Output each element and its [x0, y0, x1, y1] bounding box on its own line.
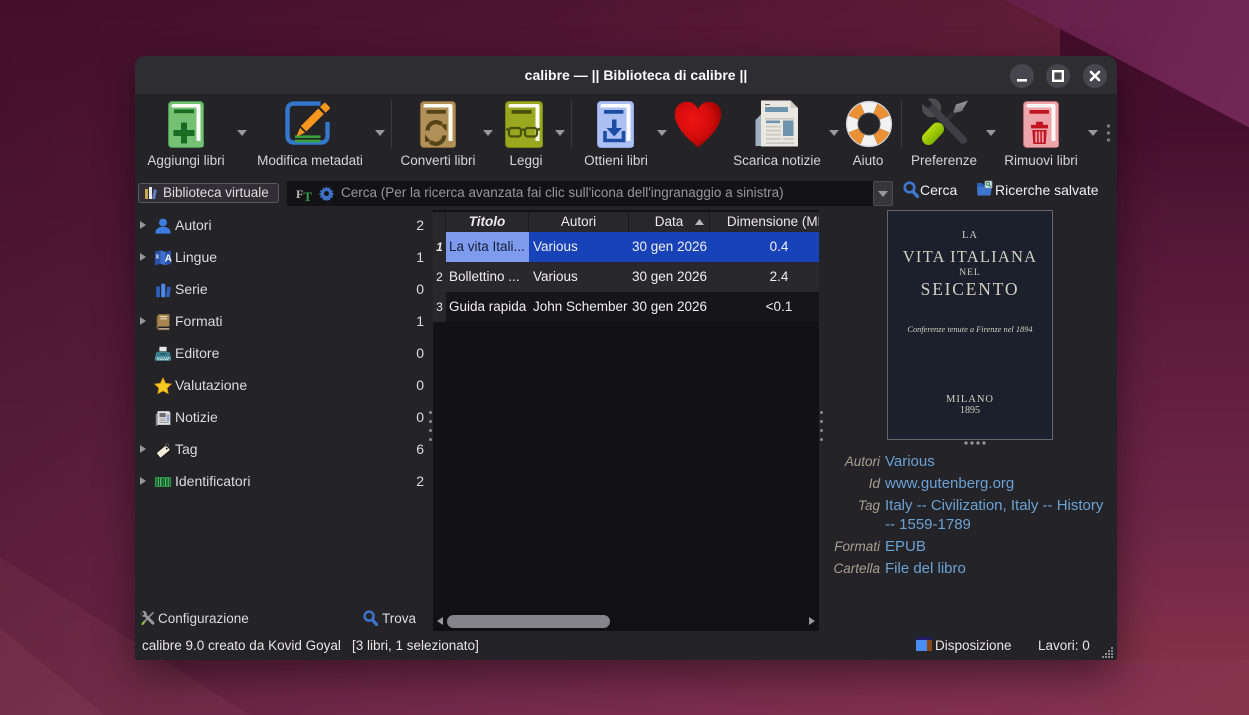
svg-text:A: A: [165, 254, 172, 265]
